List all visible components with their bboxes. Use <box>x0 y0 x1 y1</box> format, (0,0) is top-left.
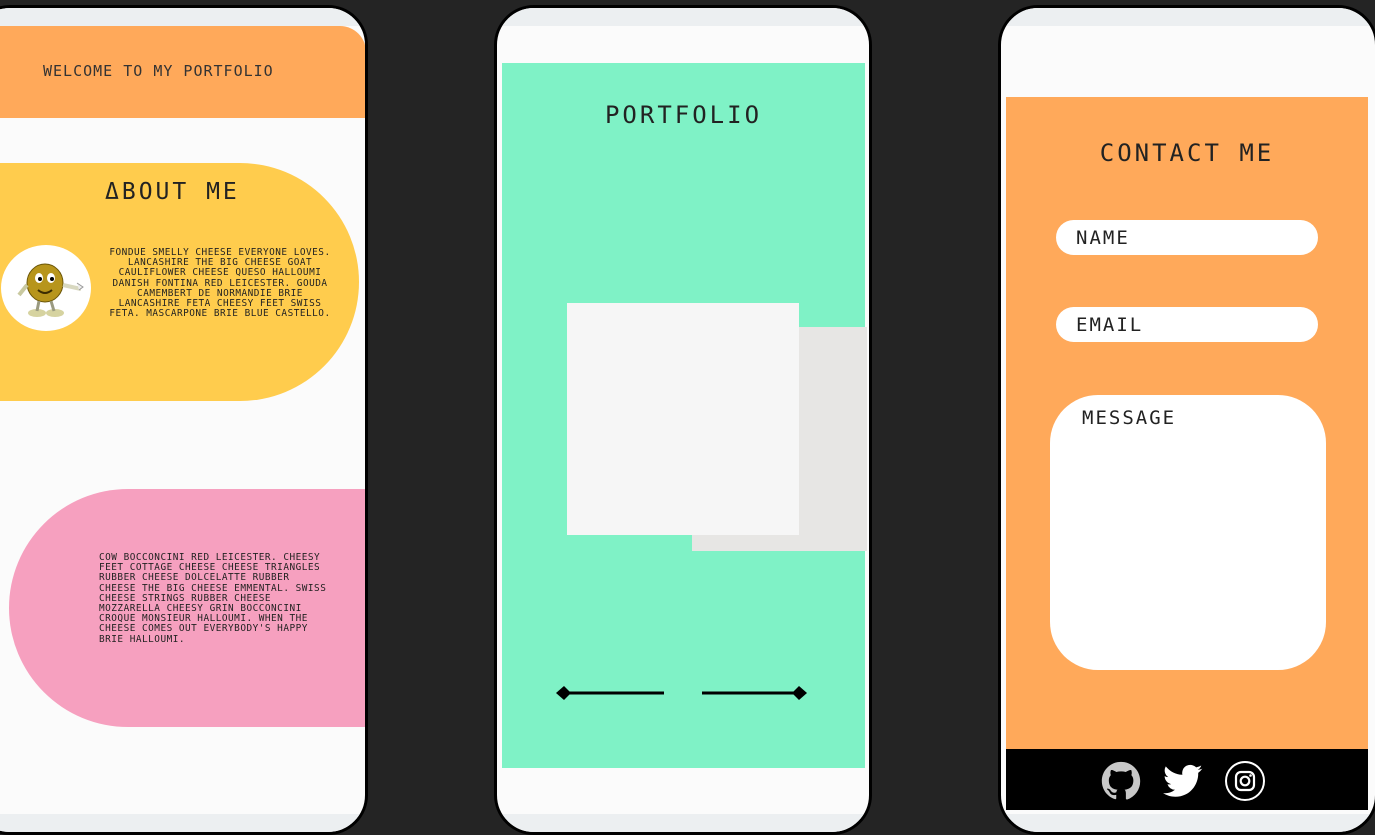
message-field[interactable] <box>1050 395 1326 670</box>
carousel-arrows <box>556 686 807 700</box>
smiley-avatar-icon <box>17 263 84 317</box>
next-arrow-icon[interactable] <box>702 686 807 700</box>
phone-top-bezel <box>497 8 869 26</box>
email-field[interactable] <box>1056 307 1318 342</box>
twitter-icon[interactable] <box>1163 761 1203 801</box>
pink-section: Cow bocconcini red leicester. Cheesy fee… <box>9 489 365 727</box>
portfolio-section: PORTFOLIO <box>502 63 867 768</box>
welcome-text: WELCOME TO MY PORTFOLIO <box>43 62 274 80</box>
about-title: ΔBOUT ME <box>105 179 240 205</box>
social-footer <box>1006 749 1368 810</box>
phone-contact: CONTACT ME <box>998 5 1375 835</box>
pink-section-text: Cow bocconcini red leicester. Cheesy fee… <box>99 552 327 645</box>
phone-portfolio: PORTFOLIO <box>494 5 872 835</box>
phone-top-bezel <box>1001 8 1375 26</box>
contact-section: CONTACT ME <box>1006 97 1368 749</box>
avatar <box>1 245 91 331</box>
welcome-banner: WELCOME TO MY PORTFOLIO <box>0 26 365 118</box>
phone-bottom-bezel <box>0 814 365 832</box>
name-field[interactable] <box>1056 220 1318 255</box>
phone-top-bezel <box>0 8 365 26</box>
portfolio-card[interactable] <box>567 303 799 535</box>
phone-about: WELCOME TO MY PORTFOLIO ΔBOUT ME Fondue … <box>0 5 368 835</box>
about-section: ΔBOUT ME Fondue smelly cheese everyone l… <box>0 163 359 401</box>
phone-bottom-bezel <box>497 814 869 832</box>
github-icon[interactable] <box>1101 761 1141 801</box>
phone-bottom-bezel <box>1001 814 1375 832</box>
previous-arrow-icon[interactable] <box>556 686 664 700</box>
about-text: Fondue smelly cheese everyone loves. Lan… <box>109 247 331 320</box>
contact-title: CONTACT ME <box>1099 139 1275 167</box>
instagram-icon[interactable] <box>1225 761 1265 801</box>
portfolio-title: PORTFOLIO <box>604 101 763 129</box>
